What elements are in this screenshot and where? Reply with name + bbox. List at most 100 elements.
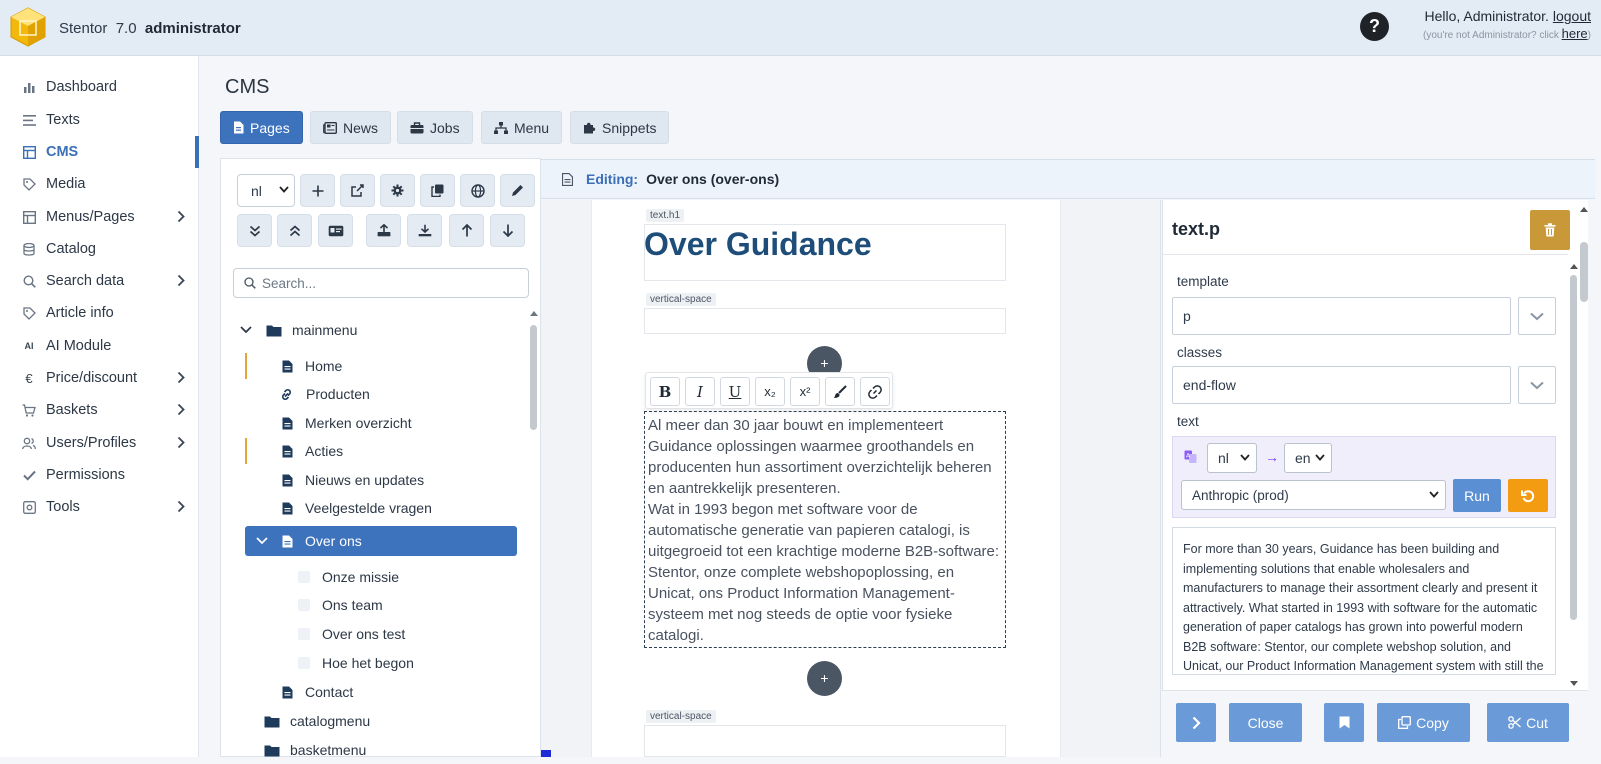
briefcase-icon [410, 121, 424, 134]
tree-node-contact[interactable]: Contact [282, 678, 353, 706]
reset-button[interactable] [1508, 479, 1548, 512]
tree-node-label: mainmenu [292, 322, 358, 338]
help-button[interactable]: ? [1360, 12, 1389, 41]
tree-search-input[interactable]: Search... [233, 268, 529, 298]
ai-icon: AI [24, 341, 34, 351]
edit-page-button[interactable] [500, 174, 535, 207]
source-language-select[interactable]: nl [1207, 443, 1257, 473]
database-icon [22, 242, 36, 256]
sidebar-item-baskets[interactable]: Baskets [0, 394, 199, 426]
stentor-logo-icon[interactable] [10, 7, 46, 47]
sidebar-item-article-info[interactable]: Article info [0, 297, 199, 329]
next-button[interactable] [1176, 703, 1216, 742]
delete-block-button[interactable] [1530, 210, 1570, 250]
sidebar-item-search-data[interactable]: Search data [0, 265, 199, 297]
sidebar-item-label: Menus/Pages [46, 209, 135, 225]
sidebar-item-catalog[interactable]: Catalog [0, 233, 199, 265]
template-dropdown-button[interactable] [1518, 297, 1556, 335]
run-translation-button[interactable]: Run [1453, 479, 1501, 512]
tree-node-merken-overzicht[interactable]: Merken overzicht [282, 409, 412, 437]
copy-page-button[interactable] [420, 174, 455, 207]
add-block-button[interactable]: + [807, 661, 842, 696]
sidebar-item-users-profiles[interactable]: Users/Profiles [0, 427, 199, 459]
tree-root-basketmenu[interactable]: basketmenu [264, 736, 366, 764]
tree-node-label: catalogmenu [290, 713, 371, 729]
tab-jobs[interactable]: Jobs [397, 111, 473, 144]
properties-title: text.p [1172, 219, 1221, 239]
page-card-button[interactable] [318, 214, 353, 247]
scroll-up-arrow-icon[interactable] [1569, 262, 1579, 270]
tab-menu[interactable]: Menu [481, 111, 563, 144]
tab-pages[interactable]: Pages [220, 111, 303, 144]
link-button[interactable] [860, 377, 890, 406]
tree-node-over-ons-test[interactable]: Over ons test [298, 620, 405, 648]
target-language-select[interactable]: en [1284, 443, 1332, 473]
bookmark-button[interactable] [1324, 703, 1364, 742]
clear-format-button[interactable] [825, 377, 855, 406]
tree-node-ons-team[interactable]: Ons team [298, 591, 383, 619]
tree-root-catalogmenu[interactable]: catalogmenu [264, 707, 370, 735]
panel-scrollbar[interactable] [1580, 242, 1588, 302]
download-button[interactable] [407, 214, 442, 247]
paragraph-editor[interactable]: Al meer dan 30 jaar bouwt en implementee… [644, 411, 1006, 648]
logout-link[interactable]: logout [1553, 8, 1591, 24]
sidebar-item-media[interactable]: Media [0, 168, 199, 200]
move-down-button[interactable] [490, 214, 525, 247]
sidebar-item-menus-pages[interactable]: Menus/Pages [0, 201, 199, 233]
sidebar-item-dashboard[interactable]: Dashboard [0, 71, 199, 103]
sidebar-item-price-discount[interactable]: € Price/discount [0, 362, 199, 394]
sidebar-item-cms[interactable]: CMS [0, 136, 199, 168]
scroll-up-arrow-icon[interactable] [529, 309, 539, 317]
classes-input[interactable]: end-flow [1172, 366, 1511, 404]
tree-node-nieuws[interactable]: Nieuws en updates [282, 466, 424, 494]
heading-text[interactable]: Over Guidance [644, 226, 872, 263]
close-button[interactable]: Close [1229, 703, 1302, 742]
fields-scrollbar[interactable] [1570, 275, 1577, 620]
ai-model-select[interactable]: Anthropic (prod) [1181, 480, 1446, 510]
tree-node-hoe-het-begon[interactable]: Hoe het begon [298, 649, 414, 677]
tree-node-producten[interactable]: Producten [279, 380, 370, 408]
template-input[interactable]: p [1172, 297, 1511, 335]
tree-root-mainmenu[interactable]: mainmenu [240, 316, 357, 344]
languages-button[interactable] [460, 174, 495, 207]
sidebar-item-permissions[interactable]: Permissions [0, 459, 199, 491]
superscript-button[interactable]: x² [790, 377, 820, 406]
italic-button[interactable]: I [685, 377, 715, 406]
ai-model-value: Anthropic (prod) [1192, 487, 1289, 503]
tab-news[interactable]: News [310, 111, 392, 144]
tree-node-acties[interactable]: Acties [282, 437, 343, 465]
add-page-button[interactable] [300, 174, 335, 207]
upload-button[interactable] [366, 214, 401, 247]
translated-text[interactable]: For more than 30 years, Guidance has bee… [1172, 527, 1556, 675]
sidebar-item-texts[interactable]: Texts [0, 104, 199, 136]
sidebar-item-ai-module[interactable]: AI AI Module [0, 330, 199, 362]
switch-user-link[interactable]: here [1562, 26, 1588, 41]
underline-button[interactable]: U [720, 377, 750, 406]
tree-node-faq[interactable]: Veelgestelde vragen [282, 494, 432, 522]
file-icon [233, 121, 244, 134]
cut-button[interactable]: Cut [1487, 703, 1569, 742]
move-up-button[interactable] [449, 214, 484, 247]
tree-node-over-ons[interactable]: Over ons [256, 527, 362, 555]
subscript-button[interactable]: x₂ [755, 377, 785, 406]
tree-node-home[interactable]: Home [282, 352, 342, 380]
settings-button[interactable] [380, 174, 415, 207]
tree-scrollbar[interactable] [530, 325, 537, 430]
sidebar-item-tools[interactable]: Tools [0, 491, 199, 523]
scroll-down-arrow-icon[interactable] [1569, 680, 1579, 688]
vertical-space-block[interactable] [644, 725, 1006, 757]
vertical-space-block[interactable] [644, 308, 1006, 334]
file-icon [282, 502, 293, 514]
bold-button[interactable]: B [650, 377, 680, 406]
tab-snippets[interactable]: Snippets [570, 111, 670, 144]
tree-node-onze-missie[interactable]: Onze missie [298, 563, 399, 591]
language-select[interactable]: nl [237, 174, 295, 207]
collapse-all-button[interactable] [277, 214, 312, 247]
open-external-button[interactable] [340, 174, 375, 207]
classes-dropdown-button[interactable] [1518, 366, 1556, 404]
app-name: Stentor [59, 20, 108, 37]
scroll-up-arrow-icon[interactable] [1579, 205, 1589, 213]
copy-button[interactable]: Copy [1377, 703, 1470, 742]
newspaper-icon [323, 121, 337, 134]
expand-all-button[interactable] [237, 214, 272, 247]
